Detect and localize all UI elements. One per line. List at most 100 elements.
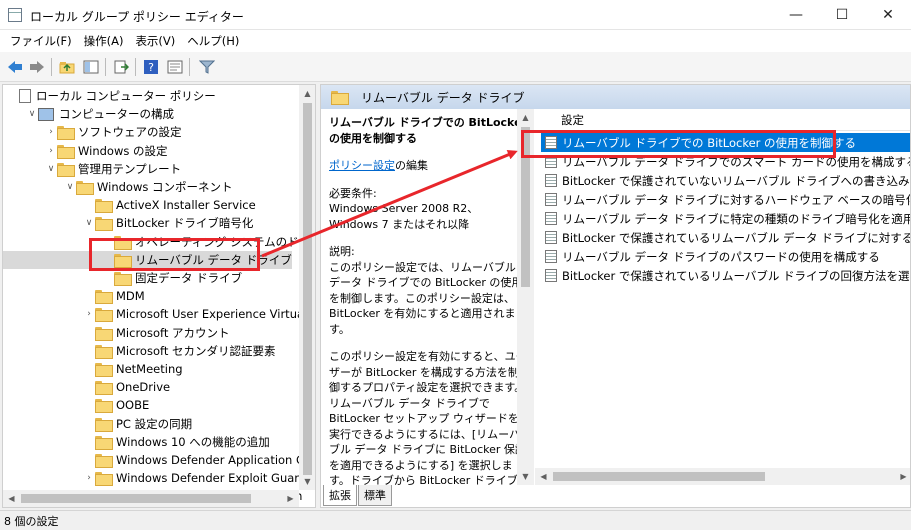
tree-item[interactable]: 固定データ ドライブ (3, 269, 242, 287)
chevron-right-icon[interactable]: › (45, 146, 57, 156)
tree-item-label: Windows Defender Exploit Guard (116, 471, 307, 486)
tree-item-label: 固定データ ドライブ (135, 271, 243, 285)
list-item[interactable]: BitLocker で保護されているリムーバブル データ ドライブに対する以前.… (541, 228, 911, 247)
minimize-button[interactable]: — (773, 0, 819, 30)
tree-item-label: ローカル コンピューター ポリシー (36, 89, 216, 103)
view-tabs: 拡張 標準 (323, 485, 393, 507)
tree-item[interactable]: MDM (3, 287, 145, 305)
tree-item-label: コンピューターの構成 (59, 107, 174, 122)
chevron-down-icon[interactable]: ∨ (45, 164, 57, 174)
tree-item[interactable]: ∨ BitLocker ドライブ暗号化 (3, 214, 253, 232)
list-item-label: リムーバブル データ ドライブに対するハードウェア ベースの暗号化の使... (562, 192, 910, 207)
requirements: 必要条件: Windows Server 2008 R2、Windows 7 また… (329, 186, 479, 231)
maximize-button[interactable]: ☐ (819, 0, 865, 30)
list-item[interactable]: リムーバブル データ ドライブに特定の種類のドライブ暗号化を適用する (541, 209, 910, 228)
tab-standard[interactable]: 標準 (358, 485, 392, 506)
help-icon[interactable]: ? (141, 58, 161, 76)
folder-icon (331, 91, 349, 105)
window-title: ローカル グループ ポリシー エディター (30, 10, 244, 24)
tree-item[interactable]: ローカル コンピューター ポリシー (3, 87, 216, 105)
status-text: 8 個の設定 (4, 514, 59, 528)
tree-item[interactable]: › ソフトウェアの設定 (3, 123, 182, 141)
tree-item[interactable]: › Microsoft User Experience Virtualizatio… (3, 305, 315, 323)
tree-item-label: PC 設定の同期 (116, 416, 193, 431)
tree-item-label: OOBE (116, 398, 150, 413)
tree-item[interactable]: ∨ コンピューターの構成 (3, 105, 174, 123)
tree-item[interactable]: NetMeeting (3, 360, 183, 378)
export-list-icon[interactable] (111, 58, 131, 76)
chevron-right-icon[interactable]: › (45, 127, 57, 137)
filter-icon[interactable] (197, 58, 217, 76)
menu-action[interactable]: 操作(A) (78, 33, 130, 49)
app-icon (8, 8, 22, 22)
tree-item-label: Windows の設定 (78, 143, 168, 158)
up-folder-icon[interactable] (57, 58, 77, 76)
list-item[interactable]: BitLocker で保護されているリムーバブル ドライブの回復方法を選択... (541, 266, 910, 285)
tab-extended[interactable]: 拡張 (323, 485, 357, 506)
policy-setting-icon (545, 269, 557, 282)
computer-icon (38, 107, 54, 121)
chevron-down-icon[interactable]: ∨ (64, 182, 76, 192)
folder-icon (95, 290, 113, 305)
description-title: リムーバブル ドライブでの BitLocker の使用を制御する (329, 116, 527, 145)
chevron-right-icon[interactable]: › (83, 309, 95, 319)
list-horizontal-scrollbar[interactable]: ◀ ▶ (535, 468, 910, 485)
menu-view[interactable]: 表示(V) (129, 33, 181, 49)
folder-icon (95, 199, 113, 214)
back-arrow-icon[interactable] (5, 58, 25, 76)
tree-item[interactable]: Microsoft アカウント (3, 324, 230, 342)
details-header: リムーバブル データ ドライブ (321, 85, 910, 109)
tree-item[interactable]: ∨ Windows コンポーネント (3, 178, 233, 196)
tree-item[interactable]: ∨ 管理用テンプレート (3, 160, 181, 178)
list-item[interactable]: リムーバブル データ ドライブに対するハードウェア ベースの暗号化の使... (541, 190, 910, 209)
policy-setting-icon (545, 174, 557, 187)
column-header-setting[interactable]: 設定 (541, 109, 910, 131)
tree-item[interactable]: Windows Defender Application Guard (3, 451, 315, 469)
tree-item-label: NetMeeting (116, 362, 183, 376)
show-hide-tree-icon[interactable] (81, 58, 101, 76)
tree-item[interactable]: OneDrive (3, 378, 170, 396)
description-scrollbar[interactable]: ▲ ▼ (517, 109, 534, 485)
edit-policy-link[interactable]: ポリシー設定 (329, 159, 395, 172)
tree-item[interactable]: OOBE (3, 396, 149, 414)
folder-icon (95, 363, 113, 377)
tree-pane: ローカル コンピューター ポリシー ∨ コンピューターの構成 › ソフトウェアの設定 › W… (2, 84, 316, 508)
folder-icon (76, 181, 94, 195)
tree-horizontal-scrollbar[interactable]: ◀ ▶ (3, 490, 299, 507)
properties-icon[interactable] (165, 58, 185, 76)
tree-item-label: Windows コンポーネント (97, 180, 233, 194)
policy-setting-icon (545, 193, 557, 206)
policy-document-icon (19, 89, 31, 103)
tree-item[interactable]: Microsoft セカンダリ認証要素 (3, 342, 276, 360)
folder-icon (114, 272, 132, 286)
tree-item-label: BitLocker ドライブ暗号化 (116, 216, 254, 231)
tree-item[interactable]: PC 設定の同期 (3, 415, 192, 433)
tree-item[interactable]: Windows 10 への機能の追加 (3, 433, 270, 451)
description-text-2: このポリシー設定を有効にすると、ユーザーが BitLocker を構成する方法を… (329, 350, 527, 485)
tree-item[interactable]: ActiveX Installer Service (3, 196, 256, 214)
chevron-right-icon[interactable]: › (83, 473, 95, 483)
policy-setting-icon (545, 231, 557, 244)
policy-setting-icon (545, 212, 557, 225)
folder-icon (95, 454, 113, 468)
forward-arrow-icon[interactable] (27, 58, 47, 76)
settings-list: 設定 リムーバブル ドライブでの BitLocker の使用を制御する リムーバブ… (535, 109, 911, 485)
folder-icon (95, 217, 113, 232)
chevron-down-icon[interactable]: ∨ (26, 109, 38, 119)
tree-item-label: MDM (116, 289, 145, 304)
chevron-down-icon[interactable]: ∨ (83, 218, 95, 228)
tree-item-label: ソフトウェアの設定 (78, 125, 182, 140)
list-item[interactable]: BitLocker で保護されていないリムーバブル ドライブへの書き込みアク..… (541, 171, 910, 190)
folder-icon (95, 472, 113, 487)
menu-file[interactable]: ファイル(F) (4, 33, 78, 49)
annotation-highlight-setting (521, 130, 836, 158)
close-button[interactable]: ✕ (865, 0, 911, 30)
tree-item-label: Microsoft User Experience Virtualization (116, 307, 315, 322)
tree-item[interactable]: › Windows Defender Exploit Guard (3, 469, 306, 487)
list-item-label: BitLocker で保護されているリムーバブル データ ドライブに対する以前.… (562, 230, 911, 245)
tree-vertical-scrollbar[interactable]: ▲ ▼ (299, 85, 315, 490)
list-item[interactable]: リムーバブル データ ドライブのパスワードの使用を構成する (541, 247, 910, 266)
tree-item[interactable]: › Windows の設定 (3, 142, 168, 160)
annotation-highlight-tree (89, 238, 260, 271)
menu-help[interactable]: ヘルプ(H) (181, 33, 245, 49)
